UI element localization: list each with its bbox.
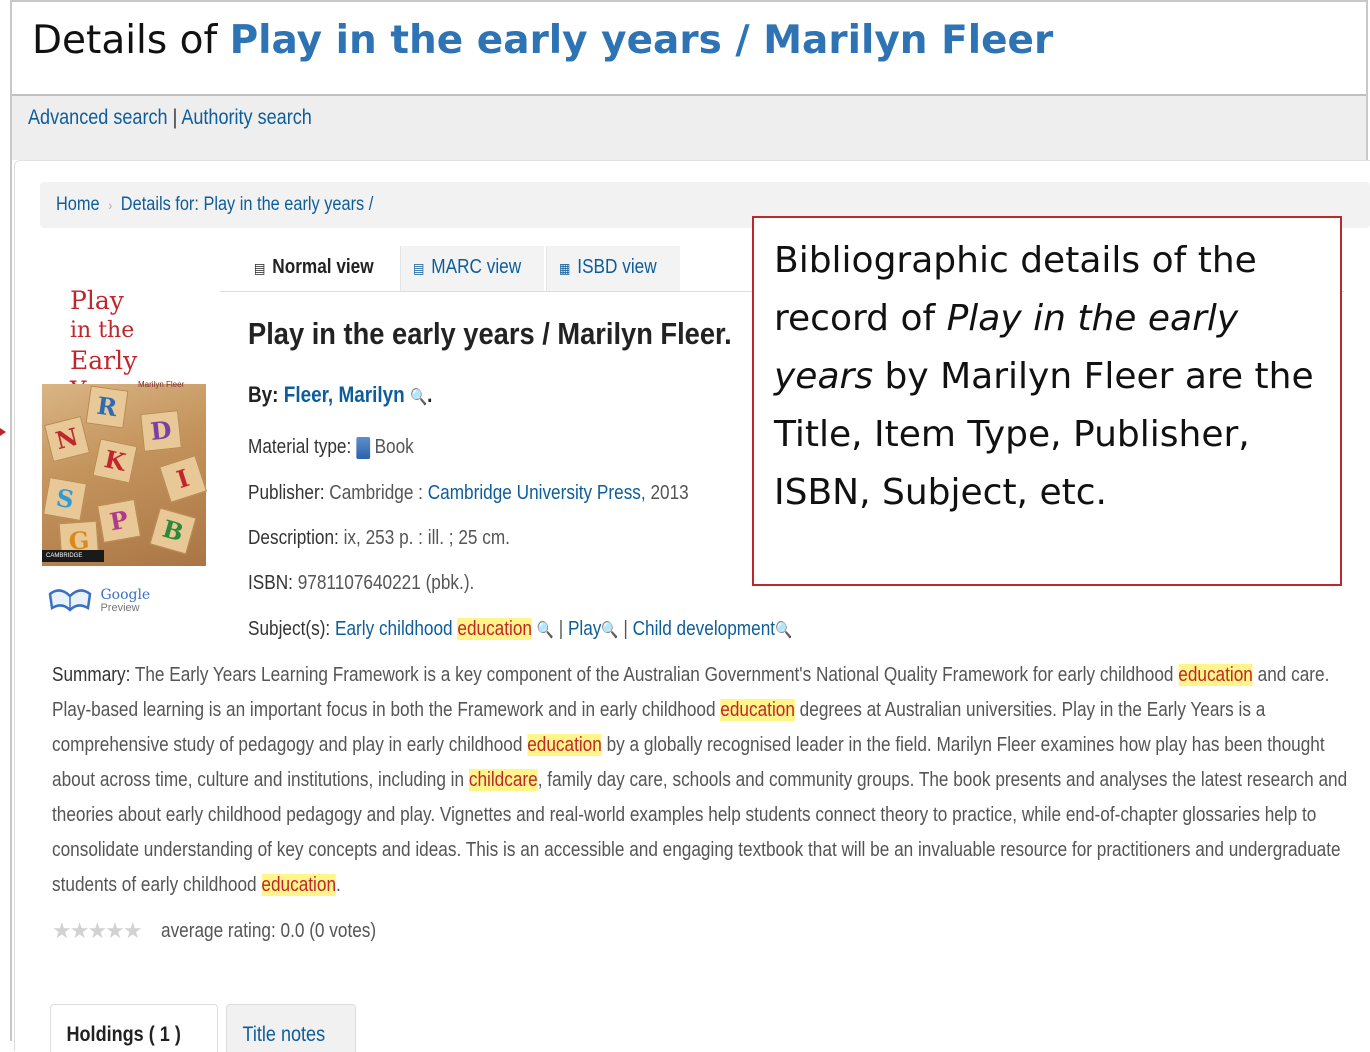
author-link[interactable]: Fleer, Marilyn xyxy=(284,382,405,407)
tab-normal-view[interactable]: ▤ Normal view xyxy=(242,246,398,291)
tab-isbd-view-label: ISBD view xyxy=(577,256,657,278)
breadcrumb-current[interactable]: Details for: Play in the early years / xyxy=(121,194,373,215)
subjects-row: Subject(s): Early childhood education 🔍 … xyxy=(248,618,792,641)
summary-text: The Early Years Learning Framework is a … xyxy=(130,664,1179,686)
google-preview-sublabel: Preview xyxy=(100,601,140,614)
cover-block: S xyxy=(42,476,88,522)
subject-text: Early childhood xyxy=(334,618,453,640)
cover-block: D xyxy=(140,410,182,452)
isbn-label: ISBN: xyxy=(248,572,293,594)
search-icon[interactable]: 🔍 xyxy=(410,389,427,406)
tab-holdings[interactable]: Holdings ( 1 ) xyxy=(50,1004,218,1052)
subject-separator: | xyxy=(558,618,564,640)
subject-link-early-childhood-education[interactable]: Early childhood education xyxy=(335,618,532,640)
slide-title: Details of Play in the early years / Mar… xyxy=(32,18,1053,63)
card-icon: ▦ xyxy=(559,260,571,276)
tab-marc-view[interactable]: ▤ MARC view xyxy=(400,246,544,291)
cover-title-line1: Play xyxy=(70,286,124,315)
publisher-place: Cambridge : xyxy=(329,482,423,504)
material-type-value: Book xyxy=(374,436,414,458)
summary-label: Summary: xyxy=(52,664,131,686)
publisher-year: 2013 xyxy=(650,482,689,504)
record-title: Play in the early years / Marilyn Fleer. xyxy=(248,316,732,351)
cover-block: P xyxy=(96,498,142,544)
isbn-value: 9781107640221 (pbk.). xyxy=(297,572,475,594)
star-rating-icon[interactable]: ★★★★★ xyxy=(52,918,143,943)
subjects-label: Subject(s): xyxy=(248,618,331,640)
cover-block: B xyxy=(149,507,197,555)
tab-normal-view-label: Normal view xyxy=(272,256,374,278)
google-preview-label: Google xyxy=(100,586,151,603)
tab-marc-view-label: MARC view xyxy=(431,256,522,278)
description-row: Description: ix, 253 p. : ill. ; 25 cm. xyxy=(248,527,510,550)
rating-text: average rating: 0.0 (0 votes) xyxy=(161,919,377,942)
subject-separator: | xyxy=(623,618,628,640)
search-highlight: education xyxy=(1178,664,1253,686)
list-icon: ▤ xyxy=(413,260,425,276)
search-icon[interactable]: 🔍 xyxy=(775,622,792,639)
advanced-search-link[interactable]: Advanced search xyxy=(28,106,168,129)
annotation-callout: Bibliographic details of the record of P… xyxy=(752,216,1342,586)
cover-block: I xyxy=(159,455,207,503)
search-highlight: childcare xyxy=(468,769,538,791)
book-icon xyxy=(356,436,370,459)
authority-search-link[interactable]: Authority search xyxy=(181,106,312,129)
search-highlight: education xyxy=(720,699,795,721)
open-book-icon xyxy=(48,584,92,619)
description-value: ix, 253 p. : ill. ; 25 cm. xyxy=(343,527,510,549)
slide-frame: Details of Play in the early years / Mar… xyxy=(10,0,1370,1052)
google-preview-button[interactable]: Google Preview xyxy=(48,584,150,618)
slide-title-prefix: Details of xyxy=(32,18,230,63)
cover-title-line2: in the xyxy=(70,318,135,343)
publisher-label: Publisher: xyxy=(248,482,325,504)
isbn-row: ISBN: 9781107640221 (pbk.). xyxy=(248,572,474,595)
publisher-link[interactable]: Cambridge University Press, xyxy=(428,482,646,504)
record-author-row: By: Fleer, Marilyn 🔍. xyxy=(248,382,432,408)
search-highlight: education xyxy=(457,618,532,640)
material-type-label: Material type: xyxy=(248,436,352,458)
tab-title-notes[interactable]: Title notes xyxy=(226,1004,356,1052)
cover-author: Marilyn Fleer xyxy=(138,380,185,389)
material-type-row: Material type: Book xyxy=(248,436,414,459)
cover-blocks-image: N R D K I S P B G xyxy=(42,384,207,566)
description-label: Description: xyxy=(248,527,339,549)
search-icon[interactable]: 🔍 xyxy=(601,622,618,639)
slide-title-highlight: Play in the early years / Marilyn Fleer xyxy=(229,18,1054,63)
author-suffix: . xyxy=(427,382,433,407)
document-icon: ▤ xyxy=(254,260,266,276)
arrow-icon xyxy=(0,428,6,436)
breadcrumb-chevron-icon: › xyxy=(108,197,113,213)
summary-text: . xyxy=(336,874,341,896)
search-highlight: education xyxy=(527,734,602,756)
search-highlight: education xyxy=(261,874,337,896)
cover-block: K xyxy=(92,438,138,484)
cover-publisher-band: CAMBRIDGE xyxy=(42,550,104,562)
book-cover[interactable]: Play in the Early Years N R D K I S P B … xyxy=(42,280,207,566)
author-label: By: xyxy=(248,382,279,407)
search-icon[interactable]: 🔍 xyxy=(537,622,554,639)
tab-isbd-view[interactable]: ▦ ISBD view xyxy=(546,246,680,291)
nav-separator: | xyxy=(172,106,178,129)
rating: ★★★★★ average rating: 0.0 (0 votes) xyxy=(52,918,411,944)
publisher-row: Publisher: Cambridge : Cambridge Univers… xyxy=(248,482,689,505)
subject-link-child-development[interactable]: Child development xyxy=(633,618,775,640)
summary: Summary: The Early Years Learning Framew… xyxy=(52,658,1368,903)
subject-link-play[interactable]: Play xyxy=(568,618,601,640)
breadcrumb-home[interactable]: Home xyxy=(56,194,100,215)
search-links: Advanced search | Authority search xyxy=(28,106,312,130)
cover-block: N xyxy=(43,415,91,463)
cover-block: R xyxy=(85,385,129,429)
